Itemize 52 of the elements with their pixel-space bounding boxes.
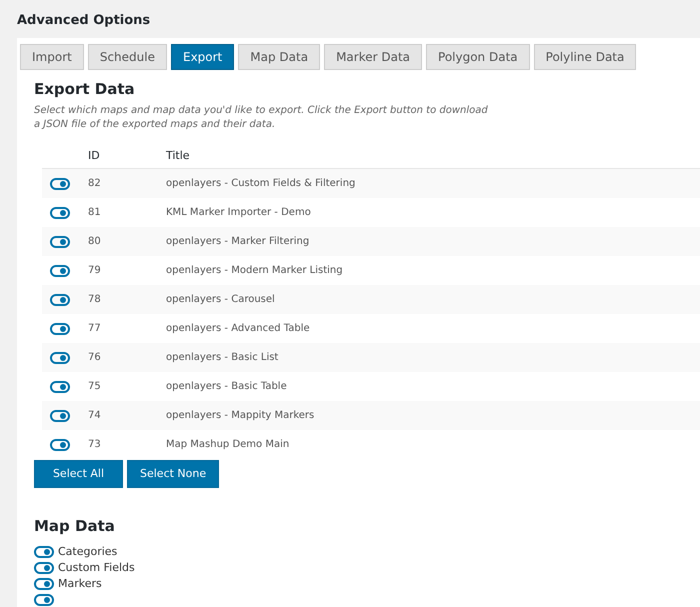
toggle-switch[interactable]	[34, 562, 54, 574]
option-label: Categories	[58, 544, 118, 560]
tab[interactable]: Map Data	[238, 44, 320, 70]
toggle-switch[interactable]	[50, 438, 70, 450]
toggle-switch[interactable]	[34, 578, 54, 590]
description: Select which maps and map data you'd like to export. Click the Export button to download a JSON file of the exported maps and their data.	[34, 104, 489, 132]
table-cell-text: openlayers - Modern Marker Listing	[166, 264, 343, 278]
tab[interactable]: Polygon Data	[426, 44, 530, 70]
table-cell-text: openlayers - Basic Table	[166, 380, 287, 394]
toggle-switch[interactable]	[50, 380, 70, 392]
tab[interactable]: Polyline Data	[534, 44, 636, 70]
table-cell-text: 79	[88, 264, 102, 278]
toggle-switch[interactable]	[50, 236, 70, 248]
toggle-switch[interactable]	[50, 206, 70, 218]
table-cell-text: openlayers - Basic List	[166, 351, 278, 365]
toggle-switch[interactable]	[50, 322, 70, 334]
toggle-switch[interactable]	[50, 264, 70, 276]
column-header: Title	[166, 148, 190, 164]
table-cell-text: 82	[88, 177, 102, 191]
column-header: ID	[88, 148, 101, 164]
table-cell-text: 76	[88, 351, 102, 365]
tab[interactable]: Marker Data	[324, 44, 422, 70]
table-cell-text: openlayers - Carousel	[166, 293, 275, 307]
option-label: Markers	[58, 576, 102, 592]
table-cell-text: 77	[88, 322, 102, 336]
table-cell-text: openlayers - Custom Fields & Filtering	[166, 177, 356, 191]
table-cell-text: 75	[88, 380, 102, 394]
toggle-switch[interactable]	[50, 352, 70, 364]
tab[interactable]: Import	[20, 44, 84, 70]
toggle-switch[interactable]	[34, 546, 54, 558]
action-button[interactable]: Select None	[127, 460, 220, 488]
table-cell-text: openlayers - Mappity Markers	[166, 409, 314, 423]
section-heading: Export Data	[34, 79, 136, 98]
toggle-switch[interactable]	[50, 410, 70, 422]
option-label: Custom Fields	[58, 560, 135, 576]
table-cell-text: 78	[88, 293, 102, 307]
table-cell-text: openlayers - Advanced Table	[166, 322, 310, 336]
action-button[interactable]: Select All	[34, 460, 123, 488]
tab[interactable]: Export	[170, 44, 234, 70]
page-title: Advanced Options	[16, 12, 152, 30]
table-cell-text: Map Mashup Demo Main	[166, 438, 290, 452]
toggle-switch[interactable]	[50, 178, 70, 190]
table-cell-text: KML Marker Importer - Demo	[166, 206, 311, 220]
table-cell-text: 73	[88, 438, 102, 452]
table-cell-text: 74	[88, 409, 102, 423]
table-cell-text: 81	[88, 206, 102, 220]
toggle-switch[interactable]	[34, 594, 54, 606]
table-cell-text: 80	[88, 235, 102, 249]
toggle-switch[interactable]	[50, 294, 70, 306]
tab[interactable]: Schedule	[88, 44, 167, 70]
section-heading: Map Data	[34, 516, 116, 535]
table-cell-text: openlayers - Marker Filtering	[166, 235, 310, 249]
